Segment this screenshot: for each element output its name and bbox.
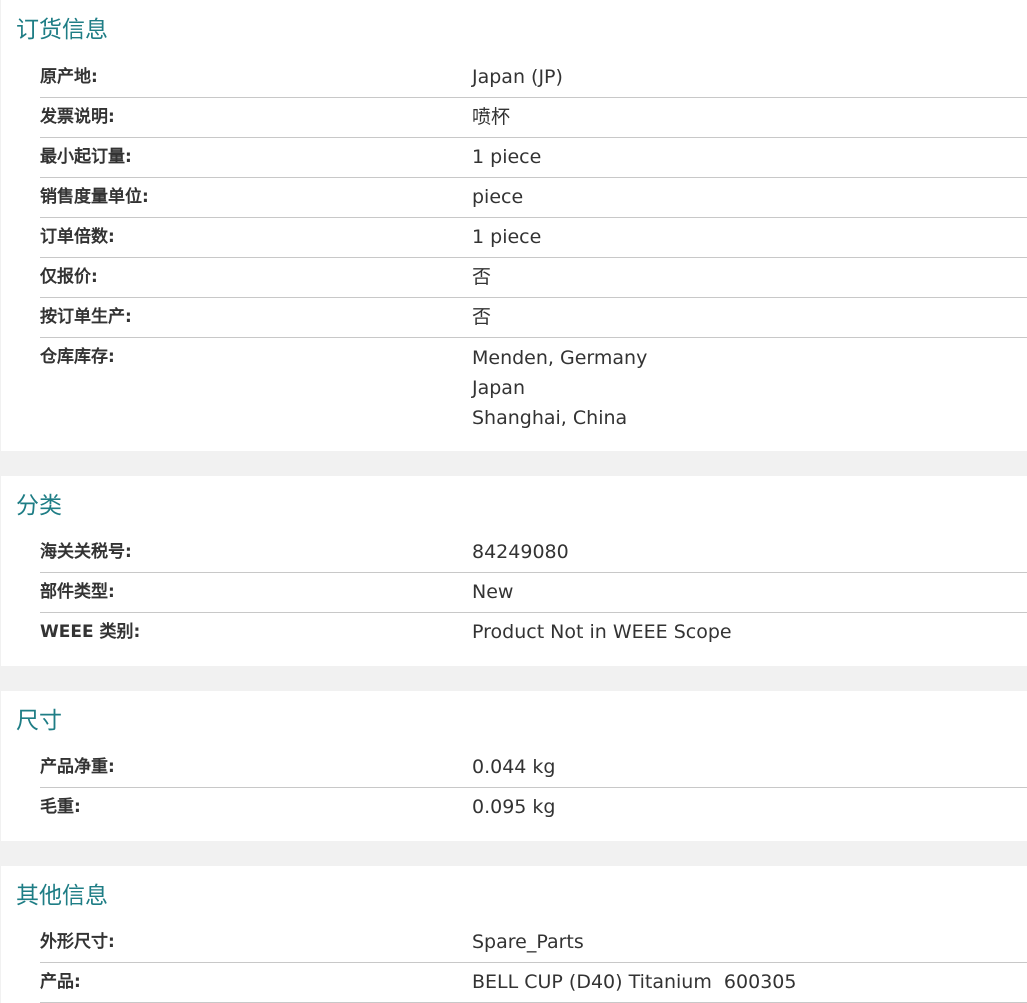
gross-weight-value: 0.095 kg	[472, 796, 556, 818]
minimum-order-label: 最小起订量:	[40, 147, 132, 167]
other-info-list: 外形尺寸: Spare_Parts 产品: BELL CUP (D40) Tit…	[40, 923, 1027, 1003]
product-value: BELL CUP (D40) Titanium 600305	[472, 971, 797, 993]
minimum-order-row: 最小起订量: 1 piece	[40, 138, 1027, 178]
origin-row: 原产地: Japan (JP)	[40, 58, 1027, 98]
ordering-info-list: 原产地: Japan (JP) 发票说明: 喷杯 最小起订量: 1 piece …	[40, 58, 1027, 433]
weee-category-row: WEEE 类别: Product Not in WEEE Scope	[40, 613, 1027, 652]
order-multiple-label: 订单倍数:	[40, 227, 115, 247]
origin-label: 原产地:	[40, 67, 98, 87]
net-weight-row: 产品净重: 0.044 kg	[40, 748, 1027, 788]
part-type-value: New	[472, 581, 514, 603]
product-details-page: 订货信息 原产地: Japan (JP) 发票说明: 喷杯 最小起订量: 1 p…	[0, 0, 1027, 1003]
net-weight-value: 0.044 kg	[472, 756, 556, 778]
dimensions-title: 尺寸	[16, 708, 62, 734]
classification-title: 分类	[16, 493, 62, 519]
made-to-order-label: 按订单生产:	[40, 307, 132, 327]
classification-panel: 分类 海关关税号: 84249080 部件类型: New WEEE 类别: Pr…	[1, 476, 1027, 666]
customs-tariff-row: 海关关税号: 84249080	[40, 533, 1027, 573]
ordering-info-title: 订货信息	[16, 17, 108, 43]
warehouse-location: Japan	[472, 377, 525, 399]
warehouse-stock-values: Menden, Germany Japan Shanghai, China	[472, 338, 1027, 433]
weee-category-value: Product Not in WEEE Scope	[472, 621, 732, 643]
dimensions-list: 产品净重: 0.044 kg 毛重: 0.095 kg	[40, 748, 1027, 827]
sales-unit-value: piece	[472, 186, 524, 208]
customs-tariff-label: 海关关税号:	[40, 542, 132, 562]
product-row: 产品: BELL CUP (D40) Titanium 600305	[40, 963, 1027, 1003]
quote-only-row: 仅报价: 否	[40, 258, 1027, 298]
gross-weight-label: 毛重:	[40, 797, 81, 817]
net-weight-label: 产品净重:	[40, 757, 115, 777]
warehouse-location: Menden, Germany	[472, 347, 648, 369]
classification-list: 海关关税号: 84249080 部件类型: New WEEE 类别: Produ…	[40, 533, 1027, 652]
warehouse-stock-row: 仓库库存: Menden, Germany Japan Shanghai, Ch…	[40, 338, 1027, 433]
warehouse-stock-label: 仓库库存:	[40, 347, 115, 367]
product-label: 产品:	[40, 972, 81, 992]
other-info-title: 其他信息	[16, 883, 108, 909]
minimum-order-value: 1 piece	[472, 146, 542, 168]
gross-weight-row: 毛重: 0.095 kg	[40, 788, 1027, 827]
quote-only-value: 否	[472, 266, 492, 288]
form-factor-value: Spare_Parts	[472, 931, 584, 953]
part-type-label: 部件类型:	[40, 582, 115, 602]
weee-category-label: WEEE 类别:	[40, 622, 141, 642]
made-to-order-row: 按订单生产: 否	[40, 298, 1027, 338]
made-to-order-value: 否	[472, 306, 492, 328]
sales-unit-row: 销售度量单位: piece	[40, 178, 1027, 218]
order-multiple-row: 订单倍数: 1 piece	[40, 218, 1027, 258]
order-multiple-value: 1 piece	[472, 226, 542, 248]
form-factor-row: 外形尺寸: Spare_Parts	[40, 923, 1027, 963]
other-info-panel: 其他信息 外形尺寸: Spare_Parts 产品: BELL CUP (D40…	[1, 866, 1027, 1003]
dimensions-panel: 尺寸 产品净重: 0.044 kg 毛重: 0.095 kg	[1, 691, 1027, 841]
quote-only-label: 仅报价:	[40, 267, 98, 287]
ordering-info-panel: 订货信息 原产地: Japan (JP) 发票说明: 喷杯 最小起订量: 1 p…	[1, 0, 1027, 451]
part-type-row: 部件类型: New	[40, 573, 1027, 613]
warehouse-location: Shanghai, China	[472, 407, 628, 429]
invoice-description-row: 发票说明: 喷杯	[40, 98, 1027, 138]
customs-tariff-value: 84249080	[472, 541, 569, 563]
invoice-description-label: 发票说明:	[40, 107, 115, 127]
invoice-description-value: 喷杯	[472, 106, 511, 128]
form-factor-label: 外形尺寸:	[40, 932, 115, 952]
origin-value: Japan (JP)	[472, 66, 563, 88]
sales-unit-label: 销售度量单位:	[40, 187, 149, 207]
